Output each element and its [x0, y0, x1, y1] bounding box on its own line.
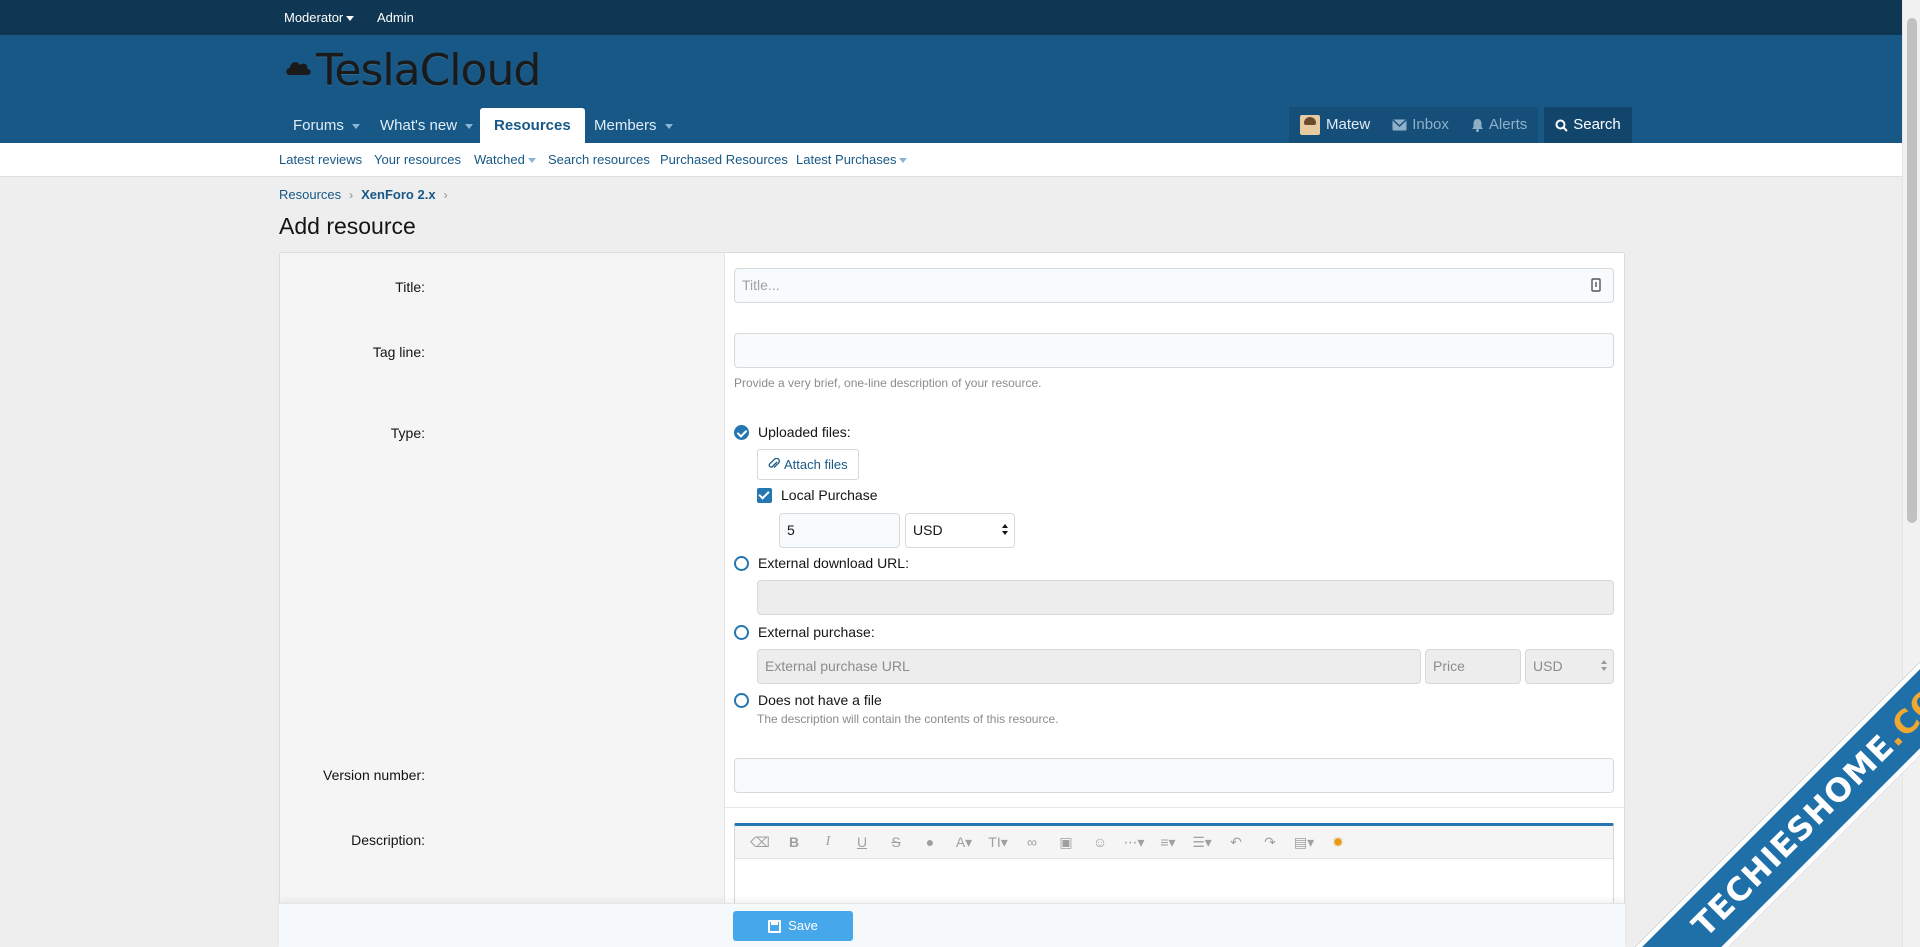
envelope-icon [1392, 119, 1407, 131]
gear-icon[interactable]: ✹ [1321, 834, 1355, 851]
strikethrough-icon[interactable]: S [879, 834, 913, 850]
drafts-icon[interactable]: ▤▾ [1287, 834, 1321, 851]
tab-whats-new[interactable]: What's new [366, 108, 487, 143]
external-price-input[interactable]: Price [1425, 649, 1521, 684]
editor-toolbar: ⌫ B I U S ● A▾ TI▾ ∞ ▣ ☺ ⋯▾ ≡▾ ☰▾ ↶ ↷ ▤▾… [735, 826, 1613, 859]
form-submit-bar: Save [279, 903, 1625, 947]
save-icon [768, 919, 782, 933]
italic-icon[interactable]: I [811, 834, 845, 850]
type-external-purchase-radio[interactable]: External purchase: [734, 624, 875, 640]
undo-icon[interactable]: ↶ [1219, 834, 1253, 851]
link-icon[interactable]: ∞ [1015, 834, 1049, 850]
local-purchase-checkbox[interactable]: Local Purchase [757, 487, 878, 503]
chevron-down-icon [346, 16, 355, 22]
select-arrows-icon [1601, 660, 1607, 674]
tagline-input[interactable] [734, 333, 1614, 368]
chevron-right-icon: › [443, 187, 448, 202]
underline-icon[interactable]: U [845, 834, 879, 850]
attach-files-button[interactable]: Attach files [757, 449, 859, 480]
chevron-down-icon[interactable] [664, 123, 673, 129]
eraser-icon[interactable]: ⌫ [743, 834, 777, 851]
select-arrows-icon [1002, 524, 1008, 538]
tagline-label: Tag line: [372, 344, 425, 360]
bell-icon [1471, 119, 1483, 132]
avatar [1300, 115, 1320, 135]
font-family-icon[interactable]: A▾ [947, 834, 981, 851]
subnav-search-resources[interactable]: Search resources [548, 143, 650, 177]
tab-forums[interactable]: Forums [279, 108, 374, 143]
tab-members[interactable]: Members [580, 108, 687, 143]
breadcrumb: Resources › XenForo 2.x › [279, 187, 456, 202]
site-logo[interactable]: TeslaCloud [284, 44, 541, 96]
external-download-url-input[interactable] [757, 580, 1614, 615]
staff-bar: Moderator Admin [0, 0, 1902, 35]
chevron-down-icon[interactable] [527, 158, 536, 164]
chevron-down-icon[interactable] [465, 123, 474, 129]
subnav-latest-purchases[interactable]: Latest Purchases [796, 143, 908, 177]
logo-text: TeslaCloud [316, 44, 541, 96]
breadcrumb-xenforo[interactable]: XenForo 2.x [361, 187, 435, 202]
watermark-text: TECHIESHOME [1684, 726, 1902, 945]
external-currency-select[interactable]: USD [1525, 649, 1614, 684]
inbox-button[interactable]: Inbox [1381, 107, 1460, 143]
list-icon[interactable]: ☰▾ [1185, 834, 1219, 851]
add-resource-form: Title: Title... Tag line: Provide a very… [279, 252, 1625, 947]
text-color-icon[interactable]: ● [913, 834, 947, 850]
watermark-ribbon: TECHIESHOME.COM [1635, 607, 1920, 947]
account-button[interactable]: Matew [1289, 107, 1382, 143]
radio-unchecked-icon[interactable] [734, 692, 749, 708]
no-file-hint: The description will contain the content… [757, 712, 1059, 726]
version-input[interactable] [734, 758, 1614, 793]
paperclip-icon [768, 457, 780, 469]
checkbox-checked-icon[interactable] [757, 487, 772, 503]
breadcrumb-resources[interactable]: Resources [279, 187, 341, 202]
scrollbar-thumb[interactable] [1907, 18, 1917, 523]
image-icon[interactable]: ▣ [1049, 834, 1083, 851]
subnav-watched[interactable]: Watched [474, 143, 536, 177]
type-label: Type: [390, 425, 425, 441]
font-size-icon[interactable]: TI▾ [981, 834, 1015, 851]
alerts-button[interactable]: Alerts [1459, 107, 1539, 143]
tab-resources[interactable]: Resources [480, 108, 585, 143]
more-icon[interactable]: ⋯▾ [1117, 834, 1151, 851]
align-icon[interactable]: ≡▾ [1151, 834, 1185, 851]
user-nav: Matew Inbox Alerts Search [1289, 107, 1632, 143]
tagline-hint: Provide a very brief, one-line descripti… [734, 376, 1042, 390]
title-input[interactable]: Title... [734, 268, 1614, 303]
redo-icon[interactable]: ↷ [1253, 834, 1287, 851]
subnav-latest-reviews[interactable]: Latest reviews [279, 143, 362, 177]
page-title: Add resource [279, 213, 416, 239]
site-header: TeslaCloud Forums What's new Resources M… [0, 35, 1902, 143]
moderator-menu[interactable]: Moderator [284, 0, 355, 35]
version-label: Version number: [323, 767, 425, 783]
description-label: Description: [351, 832, 425, 848]
price-input[interactable]: 5 [779, 513, 900, 548]
search-button[interactable]: Search [1544, 107, 1632, 143]
smiley-icon[interactable]: ☺ [1083, 834, 1117, 850]
radio-unchecked-icon[interactable] [734, 555, 749, 571]
chevron-right-icon: › [349, 187, 354, 202]
type-no-file-radio[interactable]: Does not have a file [734, 692, 882, 708]
admin-link[interactable]: Admin [377, 0, 414, 35]
currency-select[interactable]: USD [905, 513, 1015, 548]
chevron-down-icon[interactable] [899, 158, 908, 164]
prefix-menu-icon[interactable] [1591, 278, 1601, 292]
radio-unchecked-icon[interactable] [734, 624, 749, 640]
chevron-down-icon[interactable] [351, 123, 360, 129]
subnav-your-resources[interactable]: Your resources [374, 143, 461, 177]
cloud-icon [286, 62, 311, 75]
type-external-url-radio[interactable]: External download URL: [734, 555, 909, 571]
type-uploaded-files-radio[interactable]: Uploaded files: [734, 424, 851, 440]
sub-navigation: Latest reviews Your resources Watched Se… [0, 143, 1902, 177]
page-scrollbar[interactable] [1902, 0, 1920, 947]
save-button[interactable]: Save [733, 911, 853, 941]
external-purchase-url-input[interactable]: External purchase URL [757, 649, 1421, 684]
radio-checked-icon[interactable] [734, 424, 749, 440]
bold-icon[interactable]: B [777, 834, 811, 850]
search-icon [1555, 119, 1568, 132]
title-label: Title: [395, 279, 425, 295]
subnav-purchased-resources[interactable]: Purchased Resources [660, 143, 788, 177]
divider [725, 807, 1625, 808]
